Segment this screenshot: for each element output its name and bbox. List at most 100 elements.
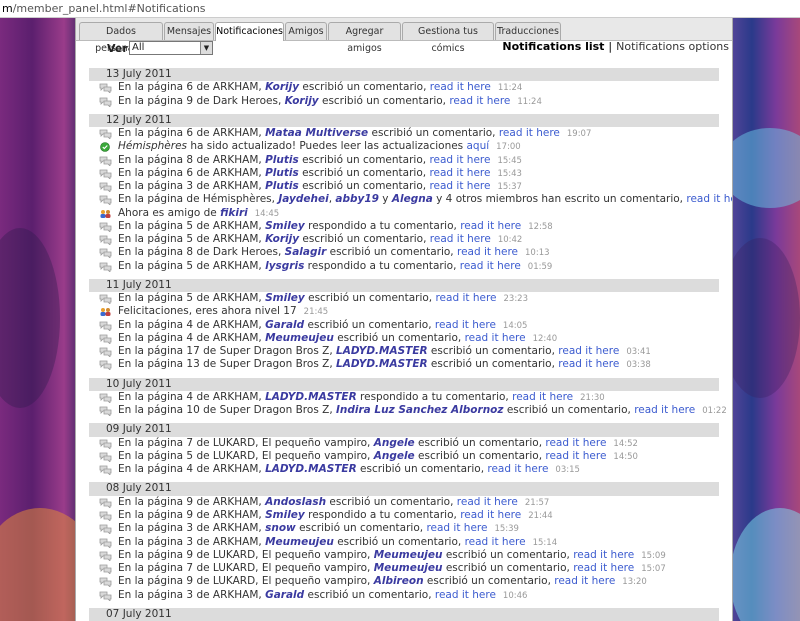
notification-text: escribió un comentario,: [333, 331, 465, 344]
notifications-options-link[interactable]: Notifications options: [616, 40, 729, 53]
nav-separator: |: [608, 40, 613, 53]
user-link[interactable]: Albireon: [374, 575, 424, 587]
notification-text: escribió un comentario,: [503, 404, 635, 417]
day-header: 07 July 2011: [89, 607, 719, 621]
read-it-here-link[interactable]: read it here: [457, 246, 518, 258]
read-it-here-link[interactable]: aquí: [467, 140, 490, 152]
notification-time: 15:09: [641, 550, 666, 561]
user-link[interactable]: Plutis: [265, 167, 299, 179]
read-it-here-link[interactable]: read it here: [429, 154, 490, 166]
tab-amigos[interactable]: Amigos: [285, 22, 327, 40]
notification-item: En la página 8 de Dark Heroes, Salagir e…: [89, 246, 719, 259]
user-link[interactable]: Plutis: [265, 154, 299, 166]
update-check-icon: [100, 142, 110, 153]
read-it-here-link[interactable]: read it here: [686, 193, 732, 205]
notification-item: En la página 10 de Super Dragon Bros Z, …: [89, 404, 727, 417]
comment-bubbles-icon: [99, 498, 112, 508]
read-it-here-link[interactable]: read it here: [426, 522, 487, 534]
notification-time: 10:42: [497, 235, 523, 246]
read-it-here-link[interactable]: read it here: [435, 319, 496, 331]
user-link[interactable]: Indira Luz Sanchez Albornoz: [336, 404, 504, 416]
user-link[interactable]: Meumeujeu: [374, 549, 443, 561]
read-it-here-link[interactable]: read it here: [545, 450, 606, 462]
read-it-here-link[interactable]: read it here: [554, 575, 615, 587]
read-it-here-link[interactable]: read it here: [487, 463, 548, 475]
read-it-here-link[interactable]: read it here: [499, 127, 560, 139]
read-it-here-link[interactable]: read it here: [512, 391, 573, 403]
read-it-here-link[interactable]: read it here: [449, 95, 510, 107]
filter-select[interactable]: All ▼: [129, 41, 213, 55]
user-link[interactable]: Meumeujeu: [265, 536, 334, 548]
comment-bubbles-icon: [99, 97, 112, 107]
read-it-here-link[interactable]: read it here: [429, 180, 490, 192]
read-it-here-link[interactable]: read it here: [573, 549, 634, 561]
tab-notificaciones[interactable]: Notificaciones: [215, 22, 284, 41]
tab-agregar-amigos[interactable]: Agregar amigos: [328, 22, 401, 54]
notification-time: 01:22: [702, 406, 727, 417]
notification-text: En la página 4 de ARKHAM,: [118, 331, 266, 344]
user-link[interactable]: snow: [265, 522, 296, 534]
user-link[interactable]: Angele: [374, 450, 415, 462]
user-link[interactable]: fikiri: [220, 207, 248, 219]
user-link[interactable]: Jaydehei: [278, 193, 328, 205]
read-it-here-link[interactable]: read it here: [460, 260, 521, 272]
friend-users-icon: [100, 209, 111, 218]
user-link[interactable]: Smiley: [265, 509, 305, 521]
browser-address-bar[interactable]: m/member_panel.html#Notifications: [0, 0, 800, 18]
notification-time: 15:43: [497, 168, 522, 179]
read-it-here-link[interactable]: read it here: [429, 167, 490, 179]
user-link[interactable]: Meumeujeu: [265, 332, 334, 344]
user-link[interactable]: Andoslash: [265, 496, 326, 508]
user-link[interactable]: Garald: [265, 589, 304, 601]
read-it-here-link[interactable]: read it here: [634, 404, 695, 416]
read-it-here-link[interactable]: read it here: [460, 509, 521, 521]
chevron-down-icon[interactable]: ▼: [200, 42, 212, 54]
user-link[interactable]: Korijy: [285, 95, 319, 107]
notification-time: 12:58: [528, 221, 553, 232]
user-link[interactable]: LADYD.MASTER: [265, 391, 357, 403]
notification-text: escribió un comentario,: [304, 292, 436, 305]
read-it-here-link[interactable]: read it here: [573, 562, 634, 574]
read-it-here-link[interactable]: read it here: [435, 292, 496, 304]
notification-item: Felicitaciones, eres ahora nivel 17 21:45: [89, 305, 719, 318]
read-it-here-link[interactable]: read it here: [545, 437, 606, 449]
user-link[interactable]: Smiley: [265, 292, 305, 304]
user-link[interactable]: LADYD.MASTER: [265, 463, 357, 475]
read-it-here-link[interactable]: read it here: [558, 345, 619, 357]
read-it-here-link[interactable]: read it here: [435, 589, 496, 601]
user-link[interactable]: Garald: [265, 319, 304, 331]
notification-item: En la página 7 de LUKARD, El pequeño vam…: [89, 562, 719, 575]
user-link[interactable]: Mataa Multiverse: [265, 127, 368, 139]
panel-tabs: Dados personales Mensajes Notificaciones…: [76, 18, 732, 54]
user-link[interactable]: Alegna: [392, 193, 433, 205]
user-link[interactable]: Meumeujeu: [374, 562, 443, 574]
user-link[interactable]: Korijy: [265, 81, 299, 93]
read-it-here-link[interactable]: read it here: [460, 220, 521, 232]
filter-label: Ver: [107, 42, 128, 55]
user-link[interactable]: Angele: [374, 437, 415, 449]
notification-item: En la página 3 de ARKHAM, snow escribió …: [89, 522, 719, 535]
user-link[interactable]: abby19: [335, 193, 379, 205]
read-it-here-link[interactable]: read it here: [465, 536, 526, 548]
user-link[interactable]: lysgris: [265, 260, 304, 272]
notification-text: En la página 3 de ARKHAM,: [118, 535, 266, 548]
comment-bubbles-icon: [99, 222, 112, 232]
tab-mensajes[interactable]: Mensajes: [164, 22, 214, 40]
tab-dados-personales[interactable]: Dados personales: [79, 22, 163, 54]
tab-traducciones[interactable]: Traducciones: [495, 22, 561, 40]
user-link[interactable]: Smiley: [265, 220, 305, 232]
read-it-here-link[interactable]: read it here: [558, 358, 619, 370]
notification-item: En la página 3 de ARKHAM, Meumeujeu escr…: [89, 536, 719, 549]
user-link[interactable]: Plutis: [265, 180, 299, 192]
notifications-list-link[interactable]: Notifications list: [502, 40, 604, 53]
read-it-here-link[interactable]: read it here: [430, 81, 491, 93]
read-it-here-link[interactable]: read it here: [465, 332, 526, 344]
tab-gestiona-comics[interactable]: Gestiona tus cómics: [402, 22, 494, 54]
user-link[interactable]: LADYD.MASTER: [336, 358, 428, 370]
user-link[interactable]: LADYD.MASTER: [336, 345, 428, 357]
user-link[interactable]: Salagir: [285, 246, 327, 258]
read-it-here-link[interactable]: read it here: [457, 496, 518, 508]
user-link[interactable]: Korijy: [265, 233, 299, 245]
read-it-here-link[interactable]: read it here: [430, 233, 491, 245]
day-header: 09 July 2011: [89, 423, 719, 437]
